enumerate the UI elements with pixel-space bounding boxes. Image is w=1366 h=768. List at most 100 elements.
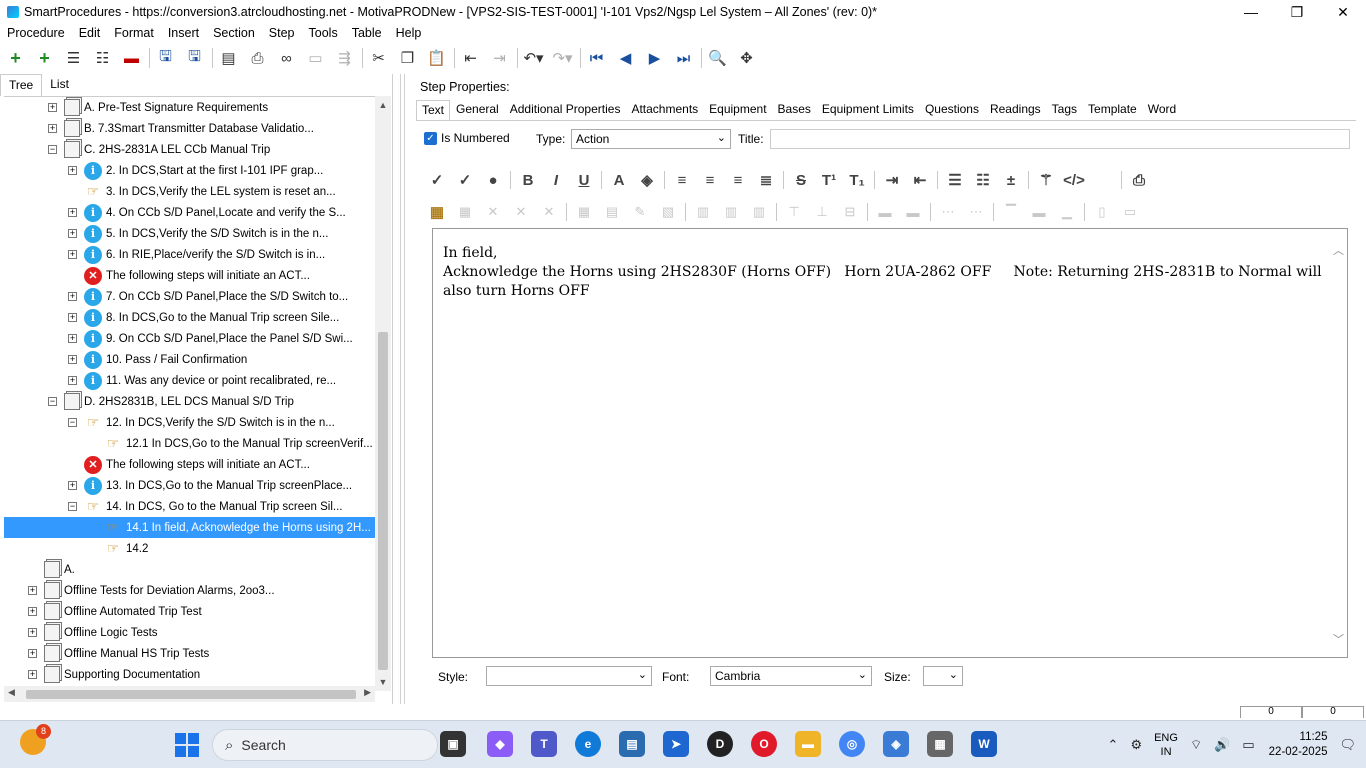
tree-node[interactable]: ☞ 12.1 In DCS,Go to the Manual Trip scree… xyxy=(4,433,375,454)
highlight-icon[interactable]: ◈ xyxy=(636,168,658,192)
expand-icon[interactable]: + xyxy=(48,103,57,112)
tree-node[interactable]: + i 10. Pass / Fail Confirmation xyxy=(4,349,375,370)
tree-node[interactable]: + i 8. In DCS,Go to the Manual Trip screen… xyxy=(4,307,375,328)
volume-icon[interactable]: 🔊 xyxy=(1214,737,1230,753)
collapse-icon[interactable]: − xyxy=(68,502,77,511)
print-preview-icon[interactable]: ⎙ xyxy=(1128,168,1150,192)
tab-tags[interactable]: Tags xyxy=(1047,100,1082,120)
editor-scrollbar[interactable]: ︿ ﹀ xyxy=(1331,229,1347,657)
tab-text[interactable]: Text xyxy=(416,100,451,120)
maximize-button[interactable]: ❐ xyxy=(1274,0,1320,24)
tree-node[interactable]: ✕ The following steps will initiate an AC… xyxy=(4,454,375,475)
expand-icon[interactable]: + xyxy=(28,607,37,616)
language-indicator[interactable]: ENG IN xyxy=(1154,731,1178,759)
row-insert-below-icon[interactable]: ⊥ xyxy=(811,200,833,224)
align-right-icon[interactable]: ≡ xyxy=(727,168,749,192)
expand-icon[interactable]: + xyxy=(28,649,37,658)
horizontal-line-icon[interactable]: ± xyxy=(1000,168,1022,192)
print-icon[interactable]: ⎙ xyxy=(246,46,269,70)
power-automate-icon[interactable]: ➤ xyxy=(663,731,689,757)
chevron-up-icon[interactable]: ⌃ xyxy=(1108,737,1119,753)
tree-node[interactable]: + i 4. On CCb S/D Panel,Locate and verify … xyxy=(4,202,375,223)
subscript-icon[interactable]: T₁ xyxy=(846,168,868,192)
style-select[interactable]: ⌄ xyxy=(486,666,652,686)
expand-icon[interactable]: + xyxy=(68,481,77,490)
list-icon[interactable]: ☷ xyxy=(91,46,114,70)
expand-icon[interactable]: + xyxy=(68,166,77,175)
menu-tools[interactable]: Tools xyxy=(302,26,345,40)
save-all-icon[interactable]: 🖫 xyxy=(154,46,177,70)
indent-left-icon[interactable]: ⇤ xyxy=(909,168,931,192)
col-insert-right-icon[interactable]: ▥ xyxy=(720,200,742,224)
add-icon[interactable]: + xyxy=(4,46,27,70)
close-button[interactable]: ✕ xyxy=(1320,0,1366,24)
previous-icon[interactable]: ◀ xyxy=(614,46,637,70)
scroll-right-icon[interactable]: ▶ xyxy=(364,687,371,698)
tab-equipment-limits[interactable]: Equipment Limits xyxy=(817,100,919,120)
collapse-icon[interactable]: − xyxy=(48,397,57,406)
type-select[interactable]: Action ⌄ xyxy=(571,129,731,149)
taskbar-search[interactable]: ⌕ Search xyxy=(212,729,438,761)
valign-bottom-icon[interactable]: ▁ xyxy=(1056,200,1078,224)
expand-icon[interactable]: + xyxy=(28,586,37,595)
network-settings-icon[interactable]: ⚙ xyxy=(1130,737,1142,753)
tree-vertical-scrollbar[interactable]: ▲ ▼ xyxy=(375,96,391,691)
tree-node[interactable]: − ☞ 14. In DCS, Go to the Manual Trip scre… xyxy=(4,496,375,517)
bullet-list-icon[interactable]: ☰ xyxy=(944,168,966,192)
split-cells-icon[interactable]: ▬ xyxy=(902,200,924,224)
row-delete-icon[interactable]: ⊟ xyxy=(839,200,861,224)
cell-paint-icon[interactable]: ✎ xyxy=(629,200,651,224)
tree-node[interactable]: + Supporting Documentation xyxy=(4,664,375,685)
next-icon[interactable]: ▶ xyxy=(643,46,666,70)
scroll-up-icon[interactable]: ▲ xyxy=(375,100,391,110)
scroll-thumb[interactable] xyxy=(378,332,388,670)
size-select[interactable]: ⌄ xyxy=(923,666,963,686)
row-insert-above-icon[interactable]: ⊤ xyxy=(783,200,805,224)
menu-section[interactable]: Section xyxy=(206,26,262,40)
checkbox-check-icon[interactable]: ✓ xyxy=(424,131,437,145)
row-height-icon[interactable]: ⋯ xyxy=(937,200,959,224)
autocorrect-icon[interactable]: ✓ xyxy=(454,168,476,192)
tree-node[interactable]: + Offline Logic Tests xyxy=(4,622,375,643)
word-icon[interactable]: W xyxy=(971,731,997,757)
cell-edit-icon[interactable]: ▤ xyxy=(601,200,623,224)
battery-icon[interactable]: ▭ xyxy=(1242,737,1254,753)
teams-icon[interactable]: T xyxy=(531,731,557,757)
color-circle-icon[interactable]: ● xyxy=(482,168,504,192)
bold-icon[interactable]: B xyxy=(517,168,539,192)
indent-right-icon[interactable]: ⇥ xyxy=(881,168,903,192)
cut-icon[interactable]: ✂ xyxy=(367,46,390,70)
tree-node[interactable]: ☞ 3. In DCS,Verify the LEL system is rese… xyxy=(4,181,375,202)
cell-format-icon[interactable]: ▧ xyxy=(657,200,679,224)
font-select[interactable]: Cambria ⌄ xyxy=(710,666,872,686)
expand-icon[interactable]: + xyxy=(28,670,37,679)
expand-icon[interactable]: + xyxy=(68,208,77,217)
table-merge-icon[interactable]: ✕ xyxy=(510,200,532,224)
expand-icon[interactable]: + xyxy=(68,250,77,259)
copy-icon[interactable]: ❐ xyxy=(396,46,419,70)
minimize-button[interactable]: — xyxy=(1228,0,1274,24)
italic-icon[interactable]: I xyxy=(545,168,567,192)
scroll-up-icon[interactable]: ︿ xyxy=(1333,241,1344,260)
tree-node[interactable]: + i 2. In DCS,Start at the first I-101 IPF… xyxy=(4,160,375,181)
menu-insert[interactable]: Insert xyxy=(161,26,206,40)
form-icon[interactable]: ▭ xyxy=(304,46,327,70)
notifications-icon[interactable]: 🗨 xyxy=(1339,737,1356,753)
tree-node[interactable]: ✕ The following steps will initiate an AC… xyxy=(4,265,375,286)
tab-additional-properties[interactable]: Additional Properties xyxy=(505,100,626,120)
tab-general[interactable]: General xyxy=(451,100,504,120)
procedure-tree[interactable]: + A. Pre-Test Signature Requirements + B. 7… xyxy=(4,96,375,691)
tab-attachments[interactable]: Attachments xyxy=(626,100,703,120)
align-center-icon[interactable]: ≡ xyxy=(699,168,721,192)
col-delete-icon[interactable]: ▥ xyxy=(748,200,770,224)
menu-step[interactable]: Step xyxy=(262,26,302,40)
delete-icon[interactable]: ▬ xyxy=(120,46,143,70)
input-field-icon[interactable]: ▭ xyxy=(1119,200,1141,224)
table-props-icon[interactable]: ▦ xyxy=(454,200,476,224)
task-view-icon[interactable]: ▣ xyxy=(440,731,466,757)
export-icon[interactable]: ▤ xyxy=(217,46,240,70)
scroll-down-icon[interactable]: ▼ xyxy=(375,677,391,687)
col-width-icon[interactable]: ⋯ xyxy=(965,200,987,224)
is-numbered-checkbox[interactable]: ✓ Is Numbered xyxy=(424,127,510,149)
tab-tree[interactable]: Tree xyxy=(0,74,43,96)
